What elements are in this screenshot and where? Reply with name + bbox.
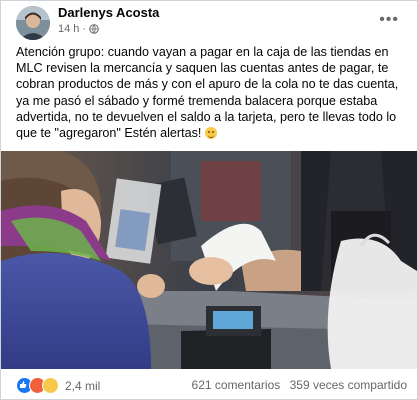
post-footer: 2,4 mil 621 comentarios 359 veces compar… xyxy=(1,369,417,399)
comments-count[interactable]: 621 comentarios xyxy=(192,378,281,392)
photo-supermarket-checkout xyxy=(1,151,417,369)
post-time[interactable]: 14 h xyxy=(58,23,79,35)
post-text: Atención grupo: cuando vayan a pagar en … xyxy=(16,44,406,141)
grin-emoji-icon xyxy=(204,127,217,140)
post-meta: 14 h · xyxy=(58,23,99,35)
reactions-summary[interactable]: 2,4 mil xyxy=(16,377,100,394)
author-name[interactable]: Darlenys Acosta xyxy=(58,5,159,20)
reaction-count: 2,4 mil xyxy=(65,378,101,393)
avatar[interactable] xyxy=(16,6,50,40)
post-body: Atención grupo: cuando vayan a pagar en … xyxy=(16,45,399,141)
avatar-image xyxy=(16,6,50,40)
post-stats: 621 comentarios 359 veces compartido xyxy=(186,378,407,392)
wow-icon xyxy=(42,377,59,394)
globe-icon xyxy=(89,24,99,34)
facebook-post: Darlenys Acosta 14 h · ••• Atención grup… xyxy=(0,0,418,400)
more-options-icon[interactable]: ••• xyxy=(379,11,399,29)
post-header: Darlenys Acosta 14 h · ••• xyxy=(1,1,417,41)
post-photo[interactable] xyxy=(1,151,417,369)
shares-count[interactable]: 359 veces compartido xyxy=(290,378,407,392)
